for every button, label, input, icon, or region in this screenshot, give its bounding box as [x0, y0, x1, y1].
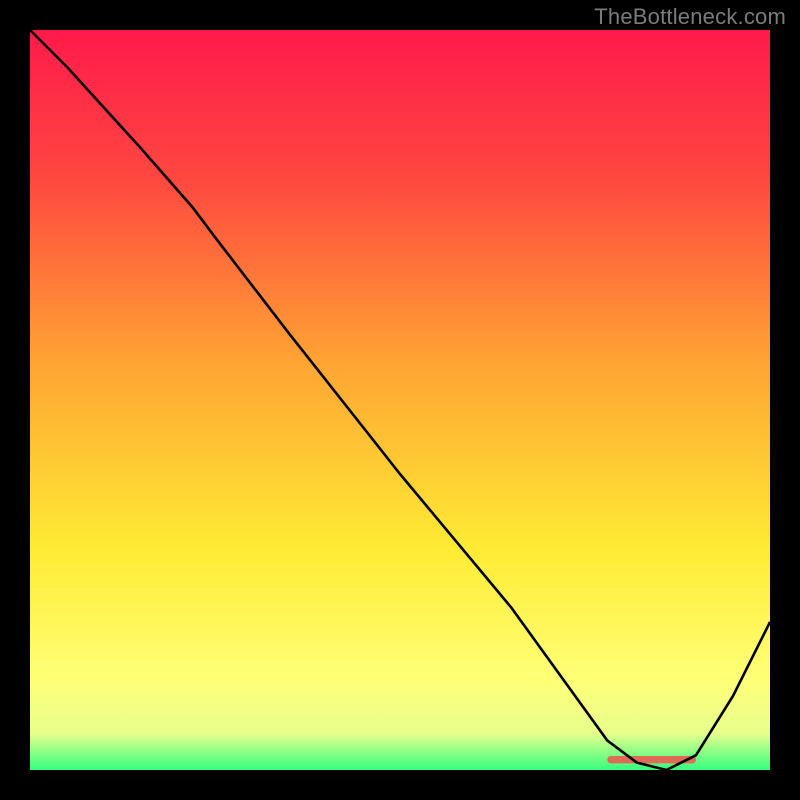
- chart-frame: TheBottleneck.com: [0, 0, 800, 800]
- gradient-background: [30, 30, 770, 770]
- chart-svg: [30, 30, 770, 770]
- watermark-text: TheBottleneck.com: [594, 4, 786, 30]
- chart-plot: [30, 30, 770, 770]
